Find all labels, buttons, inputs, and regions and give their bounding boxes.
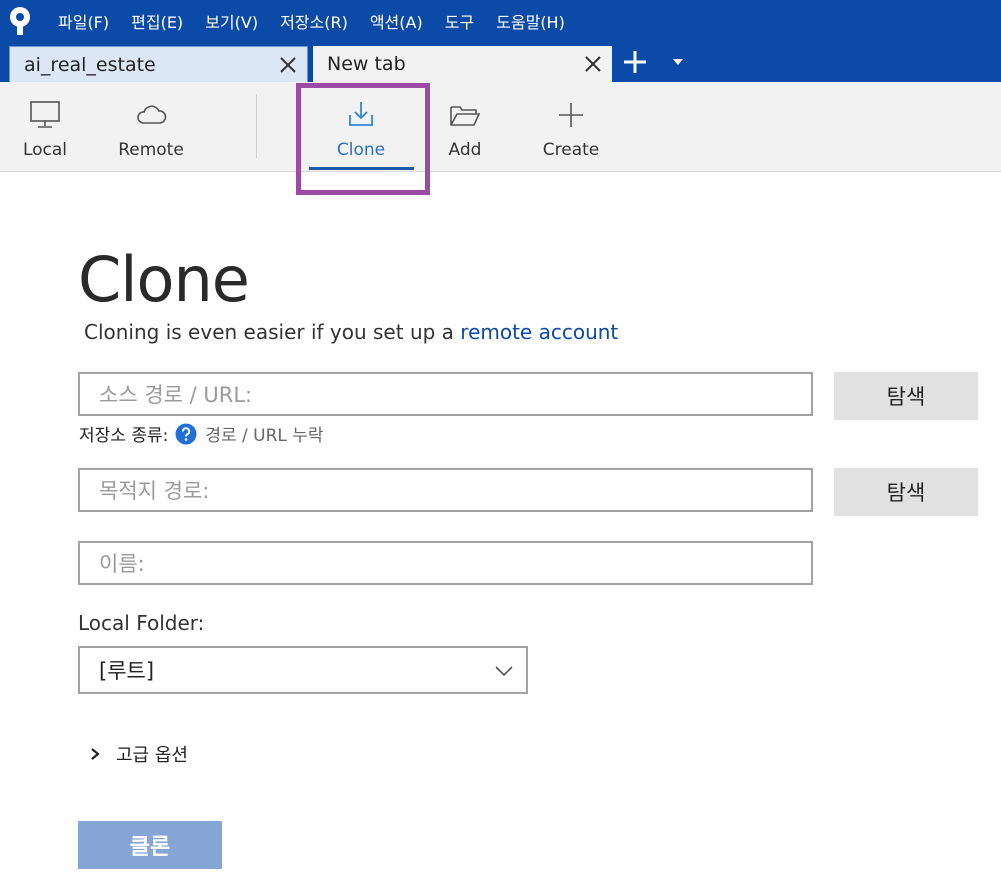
toolbar-create-button[interactable]: Create <box>536 82 606 172</box>
help-icon[interactable] <box>175 423 197 445</box>
menu-view[interactable]: 보기(V) <box>205 9 258 33</box>
chevron-down-icon[interactable] <box>668 52 688 72</box>
name-input[interactable]: 이름: <box>78 541 813 585</box>
menu-actions[interactable]: 액션(A) <box>370 9 423 33</box>
advanced-options-toggle[interactable]: 고급 옵션 <box>88 741 188 767</box>
repo-type-label: 저장소 종류: <box>79 426 169 446</box>
menu-help[interactable]: 도움말(H) <box>496 9 565 33</box>
close-icon[interactable] <box>582 53 604 75</box>
folder-open-icon <box>450 106 481 126</box>
tab-label: New tab <box>327 53 406 75</box>
page-title: Clone <box>78 243 250 316</box>
local-folder-label: Local Folder: <box>78 611 205 635</box>
toolbar-remote-label: Remote <box>118 140 184 160</box>
toolbar-separator <box>256 94 257 158</box>
source-url-placeholder: 소스 경로 / URL: <box>99 383 253 407</box>
browse-destination-button[interactable]: 탐색 <box>834 468 978 516</box>
chevron-right-icon <box>91 748 100 760</box>
browse-source-button[interactable]: 탐색 <box>834 372 978 420</box>
menu-repository[interactable]: 저장소(R) <box>280 9 348 33</box>
monitor-icon <box>30 101 60 128</box>
menu-edit[interactable]: 편집(E) <box>131 9 183 33</box>
clone-subtitle: Cloning is even easier if you set up a r… <box>84 320 618 344</box>
advanced-options-label: 고급 옵션 <box>116 745 188 766</box>
active-tool-underline <box>309 167 414 170</box>
destination-path-input[interactable]: 목적지 경로: <box>78 468 813 512</box>
tab-label: ai_real_estate <box>24 53 156 76</box>
close-icon[interactable] <box>277 54 299 76</box>
add-tab-icon[interactable] <box>621 48 649 76</box>
local-folder-select[interactable]: [루트] <box>78 646 528 694</box>
toolbar-local-label: Local <box>22 140 68 160</box>
menu-tools[interactable]: 도구 <box>445 9 474 33</box>
plus-icon <box>559 103 583 127</box>
name-placeholder: 이름: <box>99 552 145 576</box>
local-folder-value: [루트] <box>99 659 155 683</box>
toolbar-clone-button[interactable]: Clone <box>325 82 397 172</box>
toolbar-remote-button[interactable]: Remote <box>114 82 188 172</box>
remote-account-link[interactable]: remote account <box>460 320 618 344</box>
tab-ai-real-estate[interactable]: ai_real_estate <box>9 46 308 82</box>
download-icon <box>349 102 373 126</box>
toolbar-add-label: Add <box>448 140 482 160</box>
toolbar: Local Remote Clone Add Create <box>0 82 1001 172</box>
menu-items: 파일(F) 편집(E) 보기(V) 저장소(R) 액션(A) 도구 도움말(H) <box>58 0 587 42</box>
menu-bar: 파일(F) 편집(E) 보기(V) 저장소(R) 액션(A) 도구 도움말(H) <box>0 0 1001 42</box>
repo-type-row: 저장소 종류: 경로 / URL 누락 <box>79 421 324 446</box>
menu-file[interactable]: 파일(F) <box>58 9 109 33</box>
toolbar-create-label: Create <box>542 140 600 160</box>
subtitle-text: Cloning is even easier if you set up a <box>84 320 461 344</box>
repo-type-value: 경로 / URL 누락 <box>205 426 324 446</box>
toolbar-clone-label: Clone <box>336 140 386 160</box>
cloud-icon <box>137 105 167 124</box>
source-url-input[interactable]: 소스 경로 / URL: <box>78 372 813 416</box>
tab-bar: ai_real_estate New tab <box>0 42 1001 82</box>
sourcetree-logo-icon[interactable] <box>7 6 33 36</box>
chevron-down-icon <box>495 666 513 677</box>
destination-path-placeholder: 목적지 경로: <box>99 479 210 503</box>
toolbar-local-button[interactable]: Local <box>10 82 80 172</box>
toolbar-add-button[interactable]: Add <box>437 82 493 172</box>
clone-button[interactable]: 클론 <box>78 821 222 869</box>
tab-new-tab[interactable]: New tab <box>313 46 612 82</box>
